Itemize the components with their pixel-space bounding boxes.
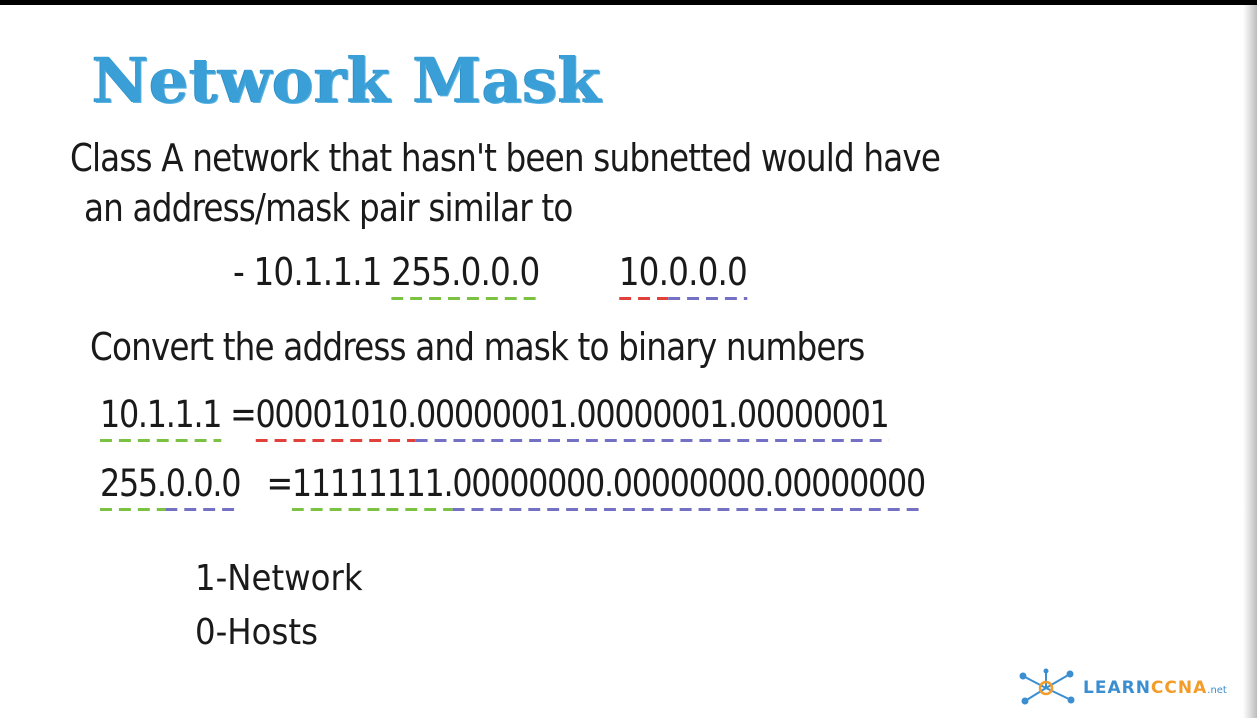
top-border	[0, 0, 1257, 5]
binary-address-row: 10.1.1.1 =00001010.00000001.00000001.000…	[100, 393, 890, 442]
text-line-4: Convert the address and mask to binary n…	[90, 325, 865, 369]
equals-sign: =	[230, 393, 257, 436]
text-line-1: Class A network that hasn't been subnett…	[70, 136, 941, 180]
right-edge-shadow	[1243, 5, 1257, 718]
mask-decimal-host: 0.0.0	[165, 462, 242, 511]
logo-text: LEARNCCNA.net	[1083, 678, 1227, 698]
network-nodes-icon	[1015, 668, 1077, 708]
equals-sign: =	[266, 462, 293, 505]
logo-text-ccna: CCNA	[1150, 678, 1208, 698]
address-decimal: 10.1.1.1	[100, 393, 223, 442]
mask-host-bits: 00000000.00000000.00000000	[452, 462, 926, 511]
mask-decimal-network: 255.	[100, 462, 167, 511]
address-host-bits: 00000001.00000001.00000001	[415, 393, 890, 442]
example-mask: 255.0.0.0	[391, 250, 540, 300]
example-dash: -	[233, 250, 245, 294]
logo-text-net: .net	[1207, 685, 1227, 696]
slide-title: Network Mask	[92, 44, 602, 117]
legend-hosts: 0-Hosts	[195, 612, 318, 653]
binary-mask-row: 255.0.0.0 =11111111.00000000.00000000.00…	[100, 462, 926, 511]
example-address: 10.1.1.1	[253, 250, 382, 294]
text-line-2: an address/mask pair similar to	[84, 186, 573, 230]
learnccna-logo: LEARNCCNA.net	[1015, 668, 1227, 708]
example-network-octet: 10.	[618, 250, 669, 300]
example-pair: - 10.1.1.1 255.0.0.0 10.0.0.0	[233, 250, 748, 300]
example-host-octets: 0.0.0	[668, 250, 748, 300]
address-network-bits: 00001010.	[255, 393, 417, 442]
mask-network-bits: 11111111.	[291, 462, 454, 511]
logo-text-learn: LEARN	[1083, 678, 1151, 698]
legend-network: 1-Network	[195, 558, 363, 599]
